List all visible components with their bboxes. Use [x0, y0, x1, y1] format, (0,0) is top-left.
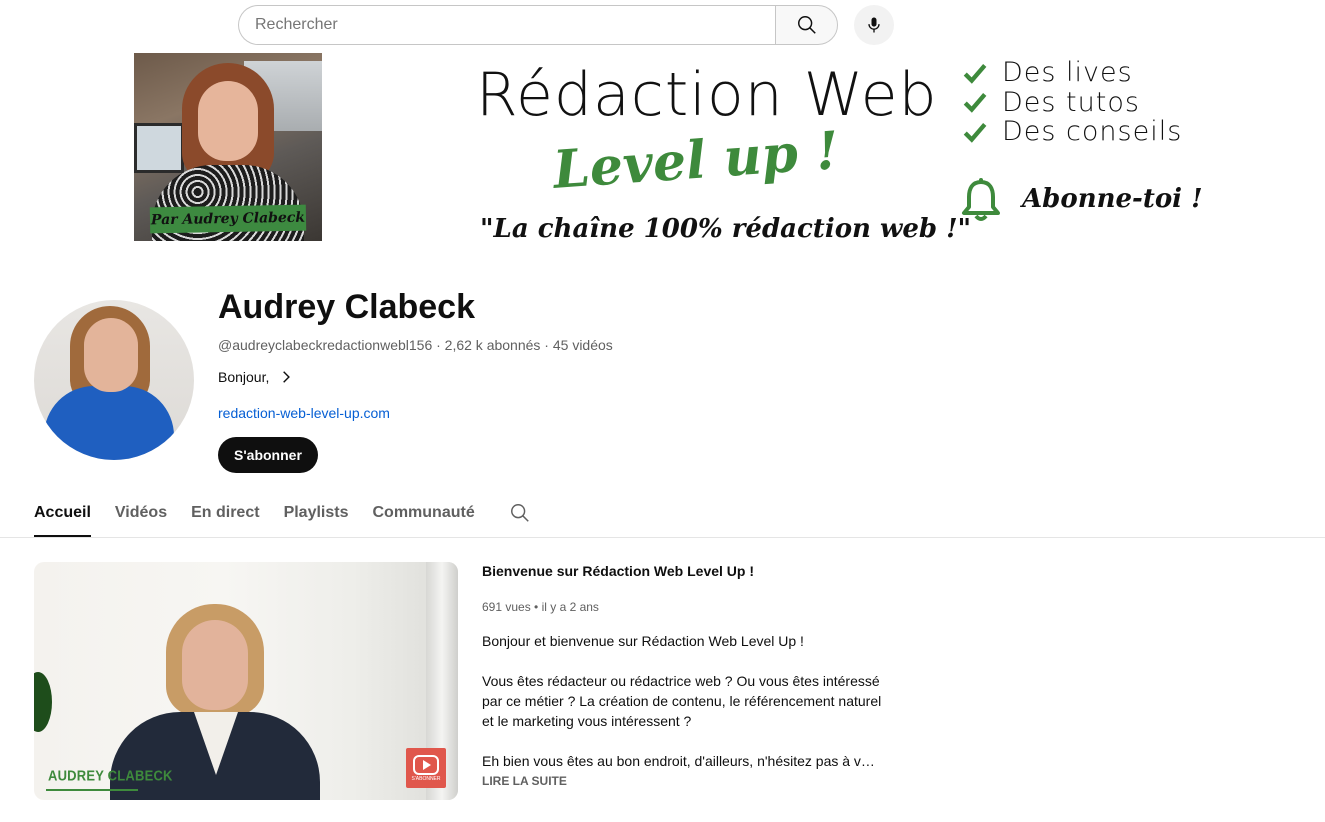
channel-tabs: Accueil Vidéos En direct Playlists Commu…: [34, 500, 531, 537]
thumbnail-name-underline: [46, 789, 138, 791]
voice-search-button[interactable]: [854, 5, 894, 45]
chevron-right-icon: [283, 371, 291, 383]
checklist-label: Des lives: [1002, 57, 1133, 89]
tab-live[interactable]: En direct: [191, 500, 259, 537]
channel-description[interactable]: Bonjour,: [218, 369, 293, 385]
featured-video-thumbnail[interactable]: AUDREY CLABECK S'ABONNER: [34, 562, 458, 800]
avatar-face: [84, 318, 138, 392]
banner-subscribe-text: Abonne-toi !: [1022, 184, 1203, 214]
banner-photo: Par Audrey Clabeck: [134, 53, 322, 241]
checklist-item: Des lives: [962, 57, 1182, 89]
banner-tagline: "La chaîne 100% rédaction web !": [480, 214, 972, 244]
banner-photo-monitor: [134, 123, 184, 173]
thumbnail-badge-text: S'ABONNER: [411, 775, 441, 782]
thumbnail-plant: [34, 672, 52, 732]
microphone-icon: [868, 17, 880, 33]
tab-playlists[interactable]: Playlists: [284, 500, 349, 537]
channel-banner: Par Audrey Clabeck Rédaction Web Level u…: [0, 50, 1325, 260]
description-paragraph: Vous êtes rédacteur ou rédactrice web ? …: [482, 673, 882, 729]
channel-avatar[interactable]: [34, 300, 194, 460]
banner-title: Rédaction Web: [476, 60, 938, 130]
channel-name: Audrey Clabeck: [218, 288, 475, 326]
channel-search-button[interactable]: [509, 500, 531, 537]
search-bar: [238, 5, 838, 45]
channel-website-link[interactable]: redaction-web-level-up.com: [218, 405, 390, 421]
thumbnail-name-label: AUDREY CLABECK: [48, 767, 173, 784]
tab-community[interactable]: Communauté: [373, 500, 475, 537]
tab-home[interactable]: Accueil: [34, 500, 91, 537]
featured-video-meta: 691 vues • il y a 2 ans: [482, 600, 599, 614]
checkmark-icon: [963, 93, 987, 114]
description-paragraph: Bonjour et bienvenue sur Rédaction Web L…: [482, 633, 804, 649]
featured-video-description: Bonjour et bienvenue sur Rédaction Web L…: [482, 631, 882, 771]
featured-video-title[interactable]: Bienvenue sur Rédaction Web Level Up !: [482, 563, 754, 579]
checkmark-icon: [963, 63, 987, 84]
search-button[interactable]: [775, 5, 838, 45]
avatar-body: [44, 386, 174, 460]
checklist-item: Des tutos: [962, 86, 1182, 118]
banner-photo-tag: Par Audrey Clabeck: [149, 204, 307, 234]
read-more-link[interactable]: LIRE LA SUITE: [482, 774, 567, 788]
banner-photo-face: [198, 81, 258, 161]
channel-meta: @audreyclabeckredactionwebl156 · 2,62 k …: [218, 337, 613, 353]
search-icon: [797, 16, 816, 34]
checklist-item: Des conseils: [962, 116, 1183, 148]
channel-description-text: Bonjour,: [218, 369, 270, 385]
tabs-divider: [0, 537, 1325, 538]
subscribe-button[interactable]: S'abonner: [218, 437, 318, 473]
tab-videos[interactable]: Vidéos: [115, 500, 167, 537]
checklist-label: Des tutos: [1002, 86, 1140, 118]
play-icon: [413, 754, 439, 775]
search-input[interactable]: [238, 5, 775, 45]
bell-icon: [962, 178, 1000, 221]
banner-checklist: Des lives Des tutos Des conseils: [962, 57, 1183, 148]
thumbnail-subscribe-badge: S'ABONNER: [406, 748, 446, 788]
banner-level-up: Level up !: [551, 120, 841, 201]
checkmark-icon: [963, 122, 987, 143]
thumbnail-face: [182, 620, 248, 710]
search-icon: [510, 504, 529, 522]
checklist-label: Des conseils: [1002, 116, 1183, 148]
description-paragraph: Eh bien vous êtes au bon endroit, d'aill…: [482, 753, 880, 769]
